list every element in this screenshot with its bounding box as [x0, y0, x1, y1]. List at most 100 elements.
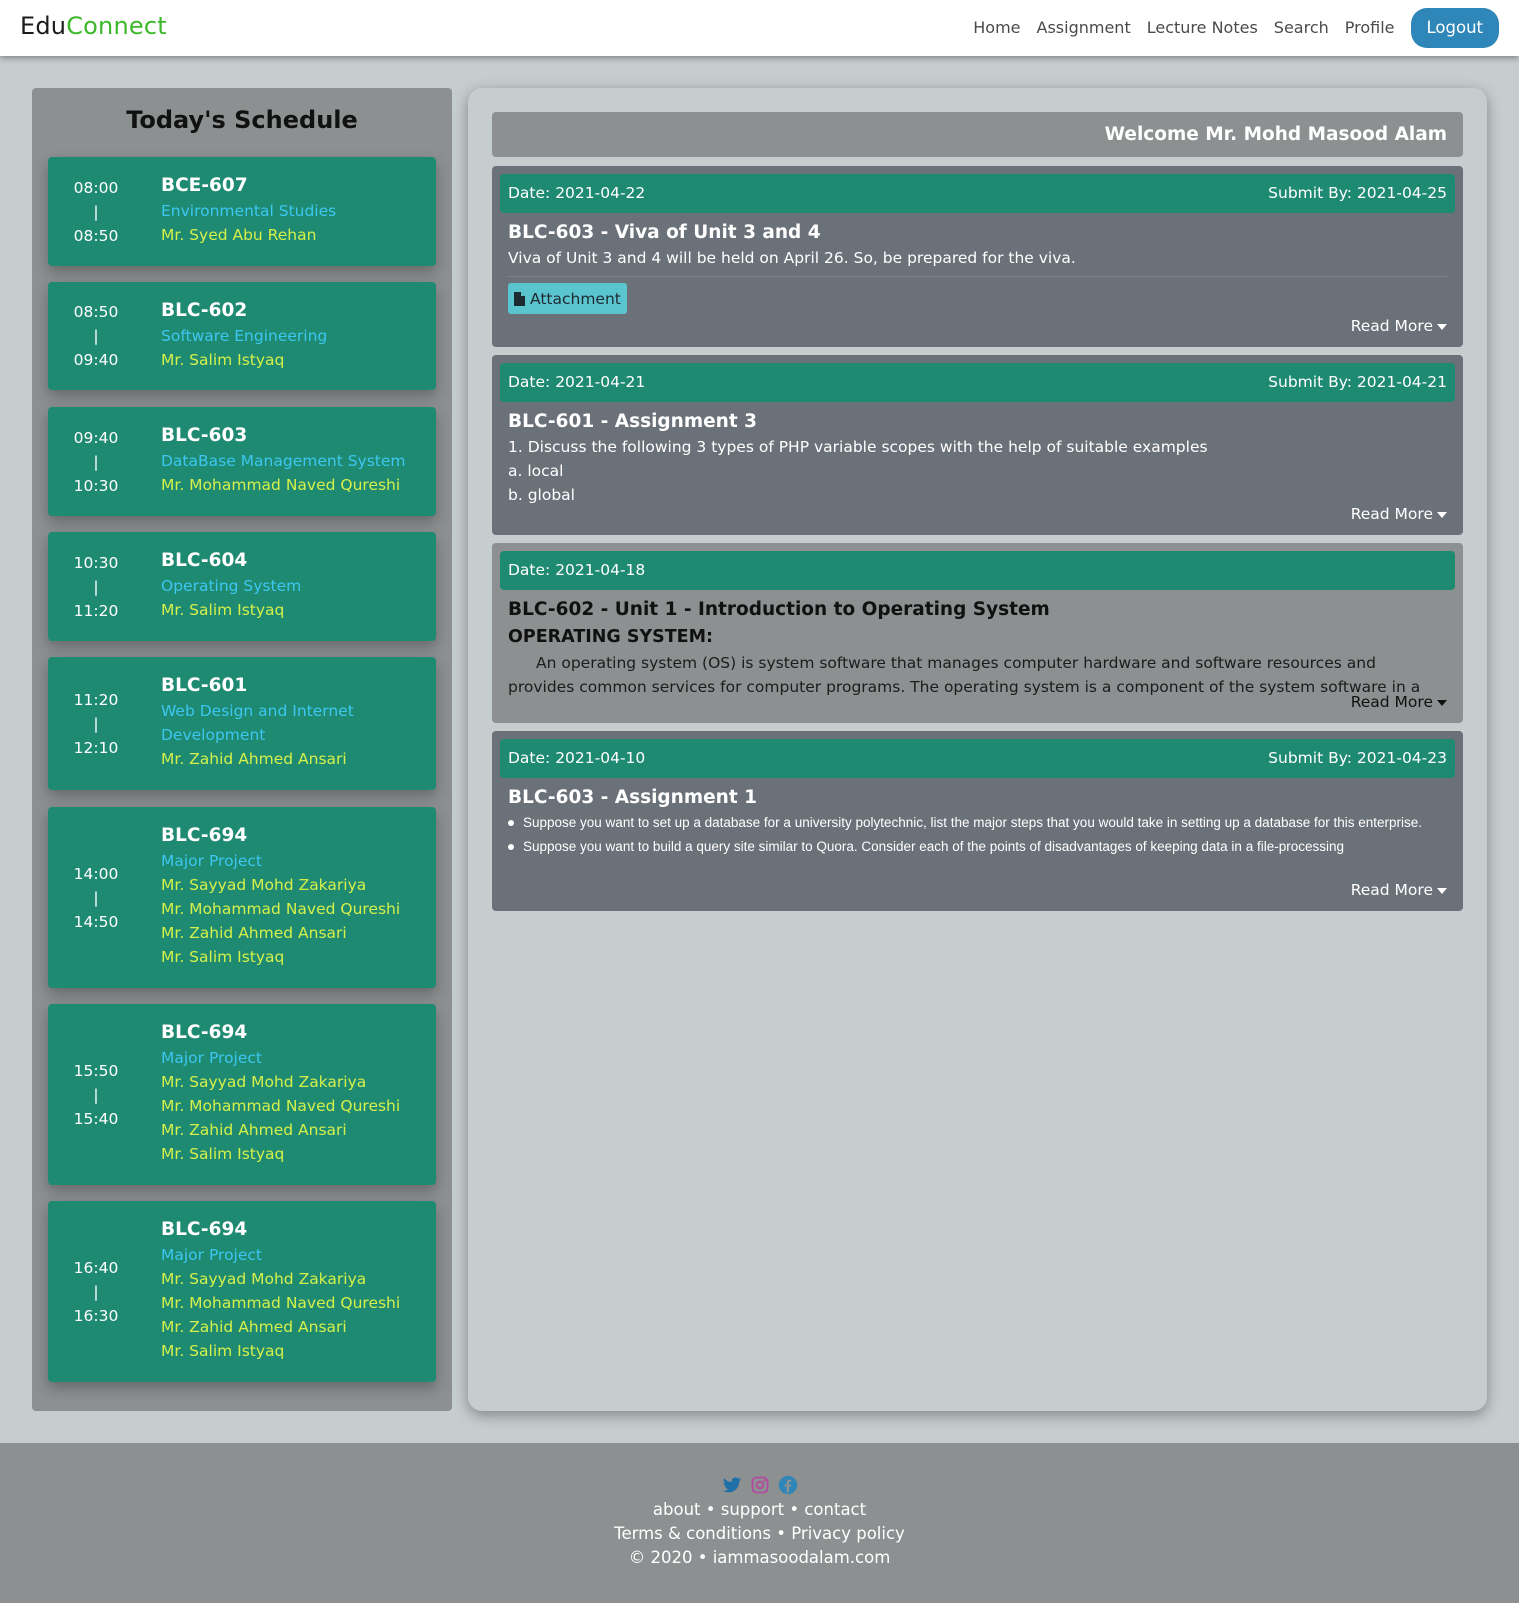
course-subject: Operating System	[161, 577, 302, 595]
schedule-card[interactable]: 14:00 | 14:50 BLC-694 Major Project Mr. Sayya…	[48, 807, 436, 988]
notice-line: 1. Discuss the following 3 types of PHP …	[508, 438, 1208, 456]
read-more-label: Read More	[1350, 693, 1433, 711]
read-more-link[interactable]: Read More	[1351, 879, 1447, 901]
schedule-card[interactable]: 10:30 | 11:20 BLC-604 Operating System Mr. Sa…	[48, 532, 436, 641]
attachment-label: Attachment	[530, 289, 621, 308]
notice-card: Date: 2021-04-21 Submit By: 2021-04-21 B…	[492, 355, 1463, 535]
footer-privacy-link[interactable]: Privacy policy	[791, 1524, 905, 1543]
schedule-time-end: 14:50	[73, 912, 119, 931]
separator: •	[784, 1500, 805, 1519]
footer: about • support • contact Terms & condit…	[0, 1443, 1519, 1603]
notice-heading: OPERATING SYSTEM:	[508, 627, 714, 647]
schedule-time-sep: |	[93, 202, 99, 221]
notice-card: Date: 2021-04-18 BLC-602 - Unit 1 - Intr…	[492, 543, 1463, 723]
read-more-link[interactable]: Read More	[1351, 315, 1447, 337]
nav-home[interactable]: Home	[973, 8, 1020, 48]
schedule-card[interactable]: 08:00 | 08:50 BCE-607 Environmental Studies M…	[48, 157, 436, 266]
nav-lecture-notes[interactable]: Lecture Notes	[1147, 8, 1258, 48]
footer-copyright: © 2020 • iammasoodalam.com	[0, 1546, 1519, 1570]
teacher-name: Mr. Salim Istyaq	[161, 351, 285, 369]
footer-site-link[interactable]: iammasoodalam.com	[713, 1548, 891, 1567]
schedule-card[interactable]: 11:20 | 12:10 BLC-601 Web Design and Interne…	[48, 657, 436, 790]
notice-title[interactable]: BLC-602 - Unit 1 - Introduction to Opera…	[508, 597, 1447, 623]
notice-body: BLC-603 - Assignment 1 Suppose you want …	[508, 785, 1447, 881]
notice-bullet: Suppose you want to set up a database fo…	[508, 811, 1447, 835]
facebook-icon[interactable]	[778, 1475, 798, 1495]
main-panel: Welcome Mr. Mohd Masood Alam Date: 2021-…	[468, 88, 1487, 1411]
schedule-time-start: 11:20	[73, 690, 119, 709]
notice-date: Date: 2021-04-21	[508, 373, 646, 391]
schedule-time-end: 11:20	[73, 601, 119, 620]
course-code: BLC-603	[161, 425, 248, 446]
footer-support-link[interactable]: support	[721, 1500, 784, 1519]
schedule-time: 11:20 | 12:10	[48, 657, 144, 790]
schedule-time-start: 09:40	[73, 428, 119, 447]
schedule-info: BLC-603 DataBase Management System Mr. Moh…	[161, 423, 426, 497]
schedule-time-end: 15:40	[73, 1109, 119, 1128]
separator: •	[700, 1500, 721, 1519]
notice-title[interactable]: BLC-603 - Assignment 1	[508, 785, 1447, 811]
footer-links-primary: about • support • contact	[0, 1498, 1519, 1522]
attachment-button[interactable]: Attachment	[508, 283, 627, 314]
file-icon	[514, 291, 525, 306]
separator: •	[692, 1548, 713, 1567]
schedule-info: BLC-694 Major Project Mr. Sayyad Mohd Zaka…	[161, 1020, 426, 1166]
teacher-name: Mr. Zahid Ahmed Ansari	[161, 1318, 347, 1336]
nav-search[interactable]: Search	[1274, 8, 1329, 48]
divider	[508, 276, 1447, 277]
read-more-label: Read More	[1350, 881, 1433, 899]
read-more-link[interactable]: Read More	[1351, 503, 1447, 525]
notice-line: b. global	[508, 486, 575, 504]
logout-button[interactable]: Logout	[1410, 8, 1499, 48]
notice-submit-by: Submit By: 2021-04-25	[1268, 184, 1447, 202]
teacher-name: Mr. Mohammad Naved Qureshi	[161, 1294, 401, 1312]
schedule-time-start: 16:40	[73, 1258, 119, 1277]
schedule-sidebar: Today's Schedule 08:00 | 08:50 BCE-607 Envir…	[32, 88, 452, 1411]
notice-text: Viva of Unit 3 and 4 will be held on Apr…	[508, 249, 1076, 267]
schedule-card[interactable]: 09:40 | 10:30 BLC-603 DataBase Management Sy…	[48, 407, 436, 516]
schedule-card[interactable]: 16:40 | 16:30 BLC-694 Major Project Mr. Sayya…	[48, 1201, 436, 1382]
teacher-name: Mr. Salim Istyaq	[161, 1145, 285, 1163]
teacher-name: Mr. Sayyad Mohd Zakariya	[161, 1270, 367, 1288]
twitter-icon[interactable]	[722, 1475, 742, 1495]
footer-about-link[interactable]: about	[653, 1500, 701, 1519]
nav-profile[interactable]: Profile	[1345, 8, 1395, 48]
schedule-info: BLC-602 Software Engineering Mr. Salim Ist…	[161, 298, 426, 372]
welcome-banner: Welcome Mr. Mohd Masood Alam	[492, 112, 1463, 157]
notice-date: Date: 2021-04-22	[508, 184, 646, 202]
teacher-name: Mr. Syed Abu Rehan	[161, 226, 317, 244]
course-code: BLC-694	[161, 825, 248, 846]
notice-submit-by: Submit By: 2021-04-21	[1268, 373, 1447, 391]
schedule-card[interactable]: 15:50 | 15:40 BLC-694 Major Project Mr. Sayya…	[48, 1004, 436, 1185]
footer-terms-link[interactable]: Terms & conditions	[614, 1524, 771, 1543]
copyright-text: © 2020	[628, 1548, 693, 1567]
schedule-info: BLC-604 Operating System Mr. Salim Istyaq	[161, 548, 426, 622]
footer-links-legal: Terms & conditions • Privacy policy	[0, 1522, 1519, 1546]
course-subject: Major Project	[161, 1246, 262, 1264]
schedule-time-sep: |	[93, 714, 99, 733]
course-subject: Major Project	[161, 1049, 262, 1067]
notice-title[interactable]: BLC-601 - Assignment 3	[508, 409, 1447, 435]
schedule-time-start: 15:50	[73, 1061, 119, 1080]
teacher-name: Mr. Sayyad Mohd Zakariya	[161, 876, 367, 894]
schedule-time-start: 14:00	[73, 864, 119, 883]
course-code: BLC-602	[161, 300, 248, 321]
read-more-link[interactable]: Read More	[1351, 691, 1447, 713]
notice-card: Date: 2021-04-10 Submit By: 2021-04-23 B…	[492, 731, 1463, 911]
schedule-time: 16:40 | 16:30	[48, 1201, 144, 1382]
teacher-name: Mr. Mohammad Naved Qureshi	[161, 1097, 401, 1115]
notice-bullets: Suppose you want to set up a database fo…	[508, 811, 1447, 859]
nav-links: Home Assignment Lecture Notes Search Pro…	[957, 8, 1499, 48]
schedule-card[interactable]: 08:50 | 09:40 BLC-602 Software Engineering Mr…	[48, 282, 436, 390]
brand-logo[interactable]: EduConnect	[20, 12, 167, 40]
teacher-name: Mr. Salim Istyaq	[161, 948, 285, 966]
instagram-icon[interactable]	[750, 1475, 770, 1495]
teacher-name: Mr. Zahid Ahmed Ansari	[161, 750, 347, 768]
notice-body: BLC-602 - Unit 1 - Introduction to Opera…	[508, 597, 1447, 695]
course-code: BLC-604	[161, 550, 248, 571]
schedule-time-start: 08:00	[73, 178, 119, 197]
footer-contact-link[interactable]: contact	[804, 1500, 866, 1519]
notice-title[interactable]: BLC-603 - Viva of Unit 3 and 4	[508, 220, 1447, 246]
caret-down-icon	[1437, 699, 1447, 706]
nav-assignment[interactable]: Assignment	[1037, 8, 1131, 48]
